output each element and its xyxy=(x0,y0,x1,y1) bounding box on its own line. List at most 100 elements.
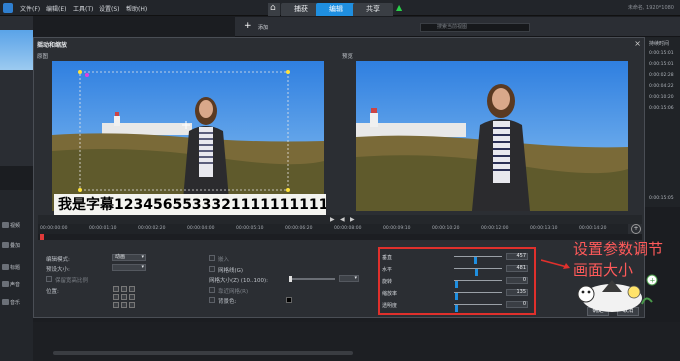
menu-settings[interactable]: 设置(S) xyxy=(99,4,120,13)
crop-handle[interactable] xyxy=(78,188,82,192)
horizontal-slider[interactable] xyxy=(454,268,502,276)
vertical-value[interactable]: 457 xyxy=(506,253,528,260)
duration-item[interactable]: 0:00:10:20 xyxy=(649,95,674,100)
preset-size-label: 预设大小: xyxy=(46,267,70,273)
slider-knob[interactable] xyxy=(455,293,459,300)
original-label: 原图 xyxy=(37,54,49,60)
annotation-line-1: 设置参数调节 xyxy=(573,240,664,258)
timeline-scrollbar[interactable] xyxy=(53,351,353,355)
tab-edit[interactable]: 编辑 xyxy=(316,3,356,16)
subtitle-overlay: 我是字幕1234565533321111111111111 xyxy=(54,194,326,216)
duration-item[interactable]: 0:00:15:06 xyxy=(649,106,674,111)
menu-tools[interactable]: 工具(T) xyxy=(73,4,93,13)
search-input[interactable]: 搜索当前视图 xyxy=(420,23,530,32)
duration-item[interactable]: 0:00:15:01 xyxy=(649,62,674,67)
keyframe-track[interactable] xyxy=(38,234,642,240)
duration-header: 持续时间 xyxy=(649,41,670,47)
grid-label: 网格线(G) xyxy=(218,268,244,274)
bg-color-label: 背景色: xyxy=(218,299,237,305)
crop-handle[interactable] xyxy=(78,70,82,74)
preset-size-select[interactable] xyxy=(112,264,146,271)
param-row-vertical: 垂直 457 xyxy=(380,252,534,264)
ruler-tick: 00:00:05:10 xyxy=(236,226,264,231)
duration-item[interactable]: 0:00:02:28 xyxy=(649,73,674,78)
crop-handle[interactable] xyxy=(286,188,290,192)
overlay-track-icon xyxy=(2,242,9,248)
bg-color-swatch[interactable] xyxy=(286,297,292,303)
param-row-transparency: 透明度 0 xyxy=(380,300,534,312)
slider-knob[interactable] xyxy=(475,269,479,276)
param-row-rotation: 旋转 0 xyxy=(380,276,534,288)
tab-share[interactable]: 共享 xyxy=(353,3,393,16)
track-overlay[interactable]: 叠加 xyxy=(10,242,20,249)
timecode-readout: 0:00:15:05 xyxy=(649,196,674,201)
project-info: 未命名, 1920*1080 xyxy=(627,5,674,11)
ruler-tick: 00:00:09:10 xyxy=(383,226,411,231)
pan-zoom-dialog: 摇动和缩放 × 原图 预览 我是字幕1234565533321111111111… xyxy=(33,37,645,318)
snap-grid-checkbox[interactable] xyxy=(209,287,215,293)
zoom-slider[interactable] xyxy=(454,292,502,300)
original-image xyxy=(52,61,324,211)
slider-knob[interactable] xyxy=(455,281,459,288)
crop-handle[interactable] xyxy=(85,73,89,77)
preview-pane xyxy=(356,61,628,211)
timeline-area xyxy=(33,322,680,361)
track-video[interactable]: 视频 xyxy=(10,222,20,229)
original-pane[interactable] xyxy=(52,61,324,211)
annotation-arrow-icon xyxy=(541,259,570,269)
ruler-tick: 00:00:06:20 xyxy=(285,226,313,231)
add-icon[interactable]: + xyxy=(244,21,252,31)
position-label: 位置: xyxy=(46,289,59,295)
ruler-tick: 00:00:02:20 xyxy=(138,226,166,231)
playback-controls: ▶ ◀ ▶ xyxy=(38,215,642,224)
prev-frame-icon[interactable]: ◀ xyxy=(340,216,345,223)
next-frame-icon[interactable]: ▶ xyxy=(350,216,355,223)
video-track-icon xyxy=(2,222,9,228)
grid-size-input[interactable] xyxy=(339,275,359,282)
transparency-slider[interactable] xyxy=(454,304,502,312)
music-track-icon xyxy=(2,299,9,305)
library-duration-panel: 持续时间 0:00:15:01 0:00:15:01 0:00:02:28 0:… xyxy=(645,37,680,207)
ruler-tick: 00:00:10:20 xyxy=(432,226,460,231)
grid-size-slider[interactable] xyxy=(289,276,335,282)
track-title[interactable]: 标题 xyxy=(10,264,20,271)
keyframe-ruler[interactable]: 00:00:00:00 00:00:01:10 00:00:02:20 00:0… xyxy=(38,224,628,234)
vertical-slider[interactable] xyxy=(454,256,502,264)
ruler-tick: 00:00:01:10 xyxy=(89,226,117,231)
menu-help[interactable]: 帮助(H) xyxy=(126,4,147,13)
transparency-value[interactable]: 0 xyxy=(506,301,528,308)
bg-color-checkbox[interactable] xyxy=(209,297,215,303)
keyframe-marker[interactable] xyxy=(40,234,44,240)
menu-edit[interactable]: 编辑(E) xyxy=(46,4,66,13)
zoom-value[interactable]: 135 xyxy=(506,289,528,296)
track-music[interactable]: 音乐 xyxy=(10,299,20,306)
play-icon[interactable]: ▶ xyxy=(330,216,335,223)
add-button[interactable]: 添加 xyxy=(258,24,268,31)
slider-knob[interactable] xyxy=(455,305,459,312)
keep-aspect-checkbox[interactable] xyxy=(46,276,52,282)
rotation-slider[interactable] xyxy=(454,280,502,288)
menu-file[interactable]: 文件(F) xyxy=(20,4,40,13)
grid-checkbox[interactable] xyxy=(209,266,215,272)
home-icon[interactable] xyxy=(268,3,280,16)
app-logo-icon xyxy=(3,3,13,13)
parameter-highlight-box: 垂直 457 水平 481 旋转 0 缩放率 135 透明度 0 xyxy=(378,247,536,315)
duration-item[interactable]: 0:00:15:01 xyxy=(649,51,674,56)
close-icon[interactable]: × xyxy=(634,39,641,48)
horizontal-value[interactable]: 481 xyxy=(506,265,528,272)
upload-icon[interactable]: ▲ xyxy=(396,4,404,12)
rotation-value[interactable]: 0 xyxy=(506,277,528,284)
crop-handle[interactable] xyxy=(286,70,290,74)
tab-capture[interactable]: 捕获 xyxy=(281,3,321,16)
edit-mode-select[interactable]: 动画 xyxy=(112,254,146,261)
snap-grid-label: 靠近网格(R) xyxy=(218,289,249,295)
duration-item[interactable]: 0:00:04:22 xyxy=(649,84,674,89)
embed-checkbox[interactable] xyxy=(209,255,215,261)
track-voice[interactable]: 声音 xyxy=(10,281,20,288)
slider-knob[interactable] xyxy=(474,257,478,264)
param-label: 垂直 xyxy=(382,255,393,261)
embed-label: 嵌入 xyxy=(218,257,230,263)
zoom-in-icon[interactable]: + xyxy=(631,224,641,234)
ruler-tick: 00:00:14:20 xyxy=(579,226,607,231)
position-grid[interactable] xyxy=(113,286,135,308)
